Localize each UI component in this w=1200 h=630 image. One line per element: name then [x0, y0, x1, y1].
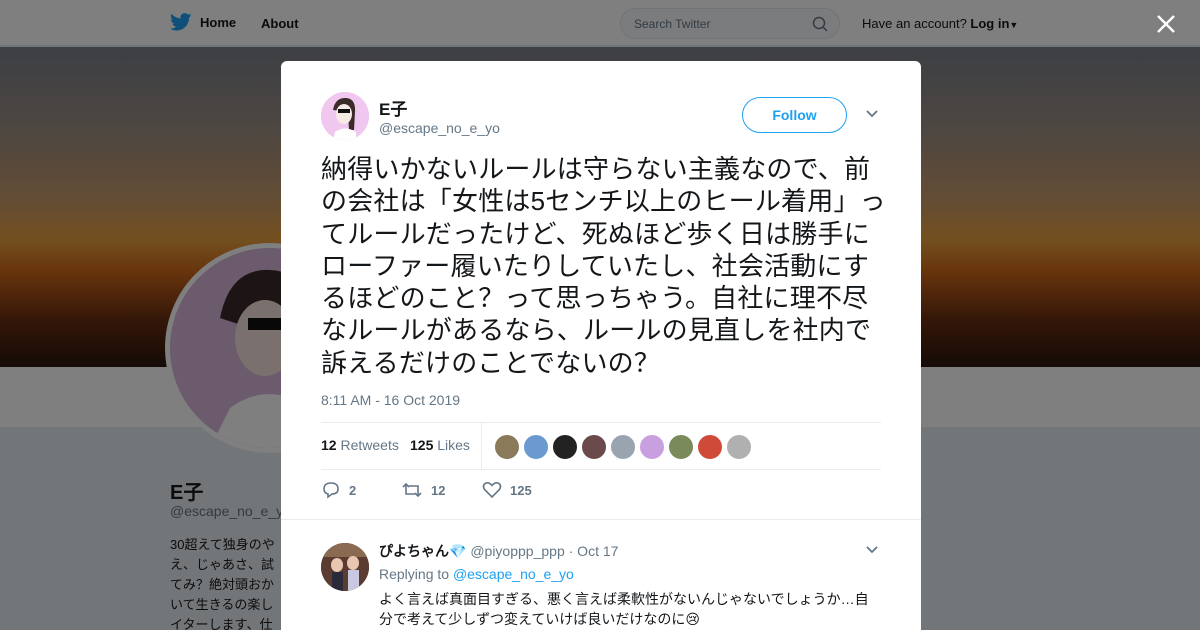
follow-button[interactable]: Follow	[742, 97, 847, 133]
reply-avatar-photo	[321, 543, 369, 591]
replying-to: Replying to @escape_no_e_yo	[379, 566, 574, 582]
tweet-modal: E子 @escape_no_e_yo Follow 納得いかないルールは守らない…	[281, 61, 921, 630]
tweet-actions: 2 12 125	[321, 481, 621, 501]
retweets-label: Retweets	[340, 437, 399, 453]
liker-avatar[interactable]	[610, 434, 636, 460]
retweets-count: 12	[321, 437, 337, 453]
author-name[interactable]: E子	[379, 95, 407, 120]
like-action[interactable]: 125	[482, 481, 532, 499]
retweets-stat[interactable]: 12 Retweets	[321, 437, 399, 453]
retweet-icon[interactable]	[401, 481, 423, 499]
reply-text: よく言えば真面目すぎる、悪く言えば柔軟性がないんじゃないでしょうか…自分で考えて…	[379, 591, 869, 627]
tweet-text: 納得いかないルールは守らない主義なので、前の会社は「女性は5センチ以上のヒール着…	[321, 154, 886, 378]
retweet-count: 12	[431, 482, 446, 498]
reply-header: ぴよちゃん💎 @piyoppp_ppp · Oct 17	[379, 541, 618, 561]
reply-author-handle[interactable]: @piyoppp_ppp	[470, 543, 564, 559]
likes-count: 125	[410, 437, 434, 453]
liker-avatar[interactable]	[697, 434, 723, 460]
reply-author-name[interactable]: ぴよちゃん💎	[379, 543, 466, 559]
replying-to-label: Replying to	[379, 566, 450, 582]
likes-label: Likes	[437, 437, 470, 453]
liker-avatar[interactable]	[494, 434, 520, 460]
chevron-down-icon[interactable]	[865, 109, 879, 119]
retweet-action[interactable]: 12	[401, 481, 445, 499]
liker-avatars	[494, 434, 752, 460]
replying-to-mention[interactable]: @escape_no_e_yo	[453, 566, 574, 582]
tweet-stats: 12 Retweets 125 Likes	[321, 422, 881, 470]
reply-action[interactable]: 2	[321, 481, 356, 499]
author-avatar[interactable]	[321, 92, 369, 140]
reply-chevron-down-icon[interactable]	[865, 545, 879, 555]
reply-icon[interactable]	[321, 481, 341, 499]
likes-stat[interactable]: 125 Likes	[410, 437, 470, 453]
like-count: 125	[510, 482, 532, 498]
liker-avatar[interactable]	[639, 434, 665, 460]
liker-avatar[interactable]	[726, 434, 752, 460]
liker-avatar[interactable]	[581, 434, 607, 460]
reply-divider	[281, 519, 921, 520]
liker-avatar[interactable]	[668, 434, 694, 460]
reply-author-avatar[interactable]	[321, 543, 369, 591]
liker-avatar[interactable]	[552, 434, 578, 460]
stats-divider	[481, 423, 482, 470]
tweet-timestamp[interactable]: 8:11 AM - 16 Oct 2019	[321, 392, 460, 408]
author-avatar-illustration	[321, 92, 369, 140]
author-handle[interactable]: @escape_no_e_yo	[379, 120, 500, 136]
heart-icon[interactable]	[482, 481, 502, 499]
liker-avatar[interactable]	[523, 434, 549, 460]
close-icon[interactable]	[1152, 10, 1180, 38]
reply-date[interactable]: · Oct 17	[569, 543, 619, 559]
reply-count: 2	[349, 482, 357, 498]
